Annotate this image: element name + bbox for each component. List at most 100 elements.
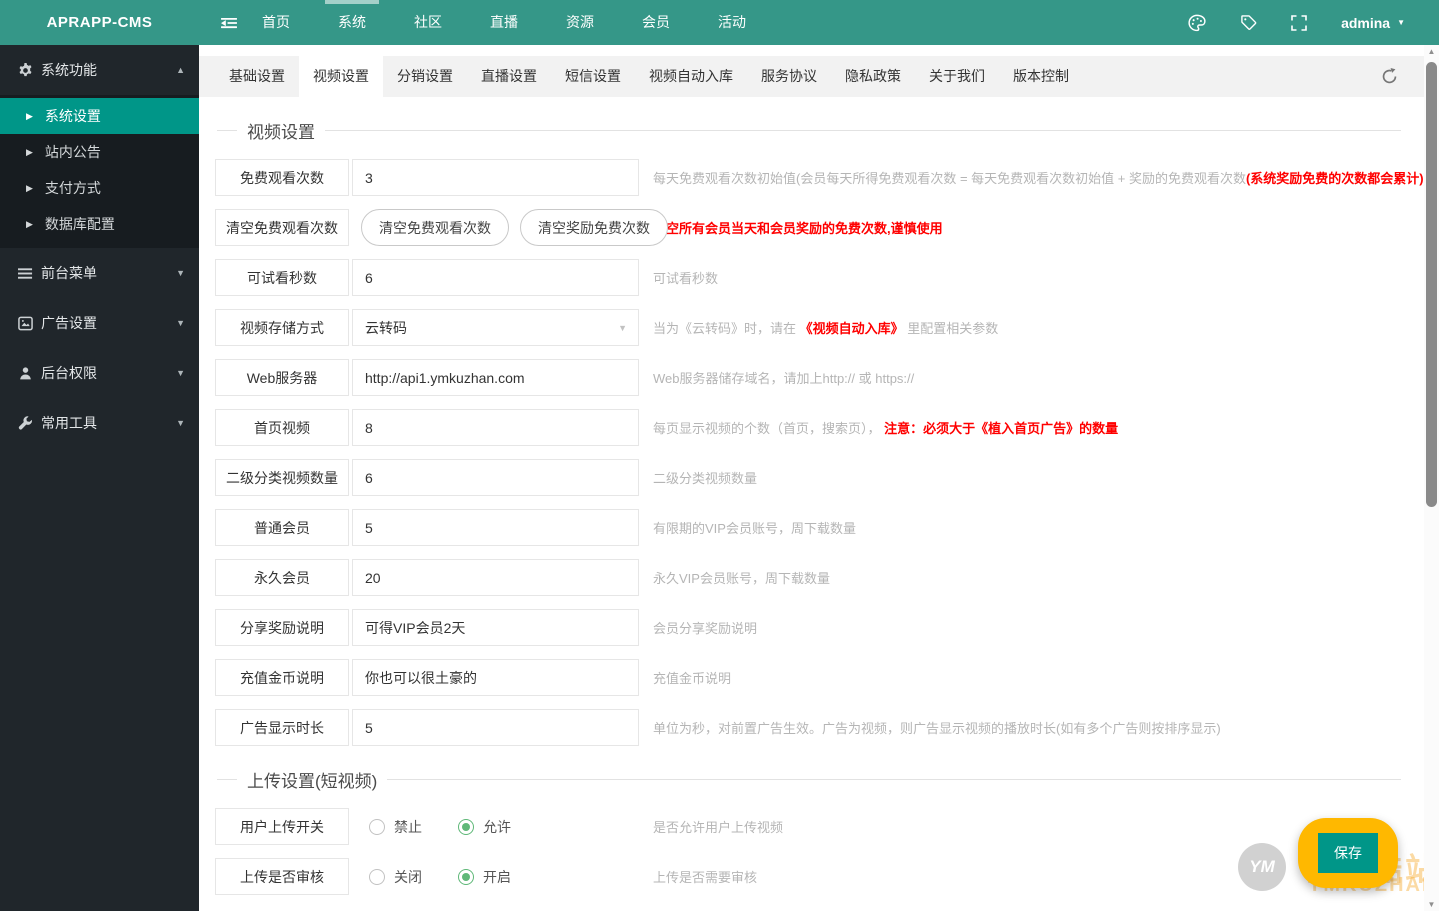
text-input[interactable]: [352, 659, 639, 696]
sidebar-group-1[interactable]: 前台菜单 ▼: [0, 248, 199, 298]
nav-item-5[interactable]: 会员: [618, 0, 694, 45]
tab-0[interactable]: 基础设置: [215, 56, 299, 97]
text-input[interactable]: [352, 359, 639, 396]
hint-text: 里配置相关参数: [903, 321, 999, 336]
text-input[interactable]: [352, 709, 639, 746]
tab-9[interactable]: 版本控制: [999, 56, 1083, 97]
radio-option-1[interactable]: 开启: [458, 867, 511, 887]
scroll-up-icon[interactable]: ▲: [1424, 47, 1439, 56]
tab-6[interactable]: 服务协议: [747, 56, 831, 97]
nav-item-2[interactable]: 社区: [390, 0, 466, 45]
clear-button-1[interactable]: 清空奖励免费次数: [520, 209, 668, 246]
sidebar-group-label: 常用工具: [41, 415, 97, 431]
hint-text: Web服务器储存域名，请加上http:// 或 https://: [653, 371, 915, 386]
text-input[interactable]: [352, 259, 639, 296]
hint-text: 清空所有会员当天和会员奖励的免费次数,谨慎使用: [653, 221, 943, 236]
gear-icon: [18, 62, 33, 78]
wrench-icon: [18, 415, 33, 431]
sidebar-group-3[interactable]: 后台权限 ▼: [0, 348, 199, 398]
ad-image-icon: [18, 316, 33, 331]
hint-text: 二级分类视频数量: [653, 471, 758, 486]
field-label: 分享奖励说明: [215, 609, 349, 646]
text-input[interactable]: [352, 409, 639, 446]
field-label: 广告显示时长: [215, 709, 349, 746]
section-title: 视频设置: [217, 118, 1401, 143]
tab-2[interactable]: 分销设置: [383, 56, 467, 97]
radio-dot-icon: [369, 868, 385, 885]
field-hint: 二级分类视频数量: [653, 468, 757, 487]
save-button[interactable]: 保存: [1318, 833, 1378, 873]
triangle-right-icon: ▶: [26, 218, 33, 229]
text-input[interactable]: [352, 159, 639, 196]
tab-8[interactable]: 关于我们: [915, 56, 999, 97]
sidebar-group-4[interactable]: 常用工具 ▼: [0, 398, 199, 448]
form-row: 分享奖励说明 会员分享奖励说明: [215, 609, 1439, 646]
select-field[interactable]: [352, 309, 639, 346]
field-label: 视频存储方式: [215, 309, 349, 346]
text-input[interactable]: [352, 509, 639, 546]
nav-item-4[interactable]: 资源: [542, 0, 618, 45]
radio-label: 允许: [483, 818, 511, 835]
field-hint: 上传是否需要审核: [653, 867, 757, 886]
field-hint: 是否允许用户上传视频: [653, 817, 783, 836]
tab-5[interactable]: 视频自动入库: [635, 56, 747, 97]
field-label: 清空免费观看次数: [215, 209, 349, 246]
field-label: 普通会员: [215, 509, 349, 546]
username: admina: [1341, 14, 1391, 31]
tab-3[interactable]: 直播设置: [467, 56, 551, 97]
hint-text: 可试看秒数: [653, 271, 719, 286]
form-row: 首页视频 每页显示视频的个数（首页，搜索页）， 注意：必须大于《植入首页广告》的数…: [215, 409, 1439, 446]
field-label: 首页视频: [215, 409, 349, 446]
tab-7[interactable]: 隐私政策: [831, 56, 915, 97]
sidebar-item-1[interactable]: ▶ 站内公告: [0, 134, 199, 170]
hint-text: 上传是否需要审核: [653, 870, 758, 885]
palette-icon[interactable]: [1188, 14, 1206, 32]
sidebar-item-label: 系统设置: [44, 108, 101, 124]
scrollbar-thumb[interactable]: [1426, 62, 1437, 507]
text-input[interactable]: [352, 559, 639, 596]
form-row: 普通会员 有限期的VIP会员账号，周下载数量: [215, 509, 1439, 546]
tab-4[interactable]: 短信设置: [551, 56, 635, 97]
scroll-down-icon[interactable]: ▼: [1424, 900, 1439, 909]
triangle-right-icon: ▶: [26, 110, 33, 121]
clear-button-0[interactable]: 清空免费观看次数: [361, 209, 509, 246]
triangle-right-icon: ▶: [26, 182, 33, 193]
fullscreen-icon[interactable]: [1290, 14, 1308, 32]
nav-item-3[interactable]: 直播: [466, 0, 542, 45]
nav-item-0[interactable]: 首页: [238, 0, 314, 45]
tag-icon[interactable]: [1239, 14, 1257, 32]
form-row: 可试看秒数 可试看秒数: [215, 259, 1439, 296]
sidebar-item-0[interactable]: ▶ 系统设置: [0, 98, 199, 134]
app-logo: APRAPP-CMS: [46, 14, 153, 31]
nav-item-6[interactable]: 活动: [694, 0, 770, 45]
form-row: Web服务器 Web服务器储存域名，请加上http:// 或 https://: [215, 359, 1439, 396]
user-menu[interactable]: admina ▼: [1341, 15, 1405, 31]
section-title-text: 上传设置(短视频): [247, 772, 378, 791]
hint-text: 每页显示视频的个数（首页，搜索页），: [653, 421, 885, 436]
hint-text: 永久VIP会员账号，周下载数量: [653, 571, 830, 586]
radio-option-1[interactable]: 允许: [458, 817, 511, 837]
refresh-icon[interactable]: [1381, 68, 1398, 85]
field-hint: 每页显示视频的个数（首页，搜索页）， 注意：必须大于《植入首页广告》的数量: [653, 418, 1118, 437]
text-input[interactable]: [352, 609, 639, 646]
sidebar-item-2[interactable]: ▶ 支付方式: [0, 170, 199, 206]
sidebar-group-0[interactable]: 系统功能 ▲: [0, 45, 199, 95]
sidebar-group-2[interactable]: 广告设置 ▼: [0, 298, 199, 348]
field-hint: 有限期的VIP会员账号，周下载数量: [653, 518, 856, 537]
sidebar-submenu: ▶ 系统设置 ▶ 站内公告 ▶ 支付方式 ▶ 数据库配置: [0, 95, 199, 248]
section-title: 上传设置(短视频): [217, 767, 1401, 792]
hint-text: 充值金币说明: [653, 671, 732, 686]
radio-dot-icon: [458, 818, 474, 835]
header-right: admina ▼: [1188, 0, 1405, 45]
radio-option-0[interactable]: 禁止: [369, 817, 422, 837]
tab-1[interactable]: 视频设置: [299, 56, 383, 106]
sidebar-item-3[interactable]: ▶ 数据库配置: [0, 206, 199, 242]
form-row: 上传是否审核 关闭 开启 上传是否需要审核: [215, 858, 1439, 895]
field-hint: Web服务器储存域名，请加上http:// 或 https://: [653, 368, 914, 387]
text-input[interactable]: [352, 459, 639, 496]
radio-option-0[interactable]: 关闭: [369, 867, 422, 887]
chevron-down-icon: ▼: [176, 268, 185, 278]
chevron-down-icon: ▼: [176, 318, 185, 328]
nav-item-1[interactable]: 系统: [314, 0, 390, 45]
top-header: APRAPP-CMS 首页 系统 社区 直播 资源 会员 活动 admina ▼: [0, 0, 1439, 45]
